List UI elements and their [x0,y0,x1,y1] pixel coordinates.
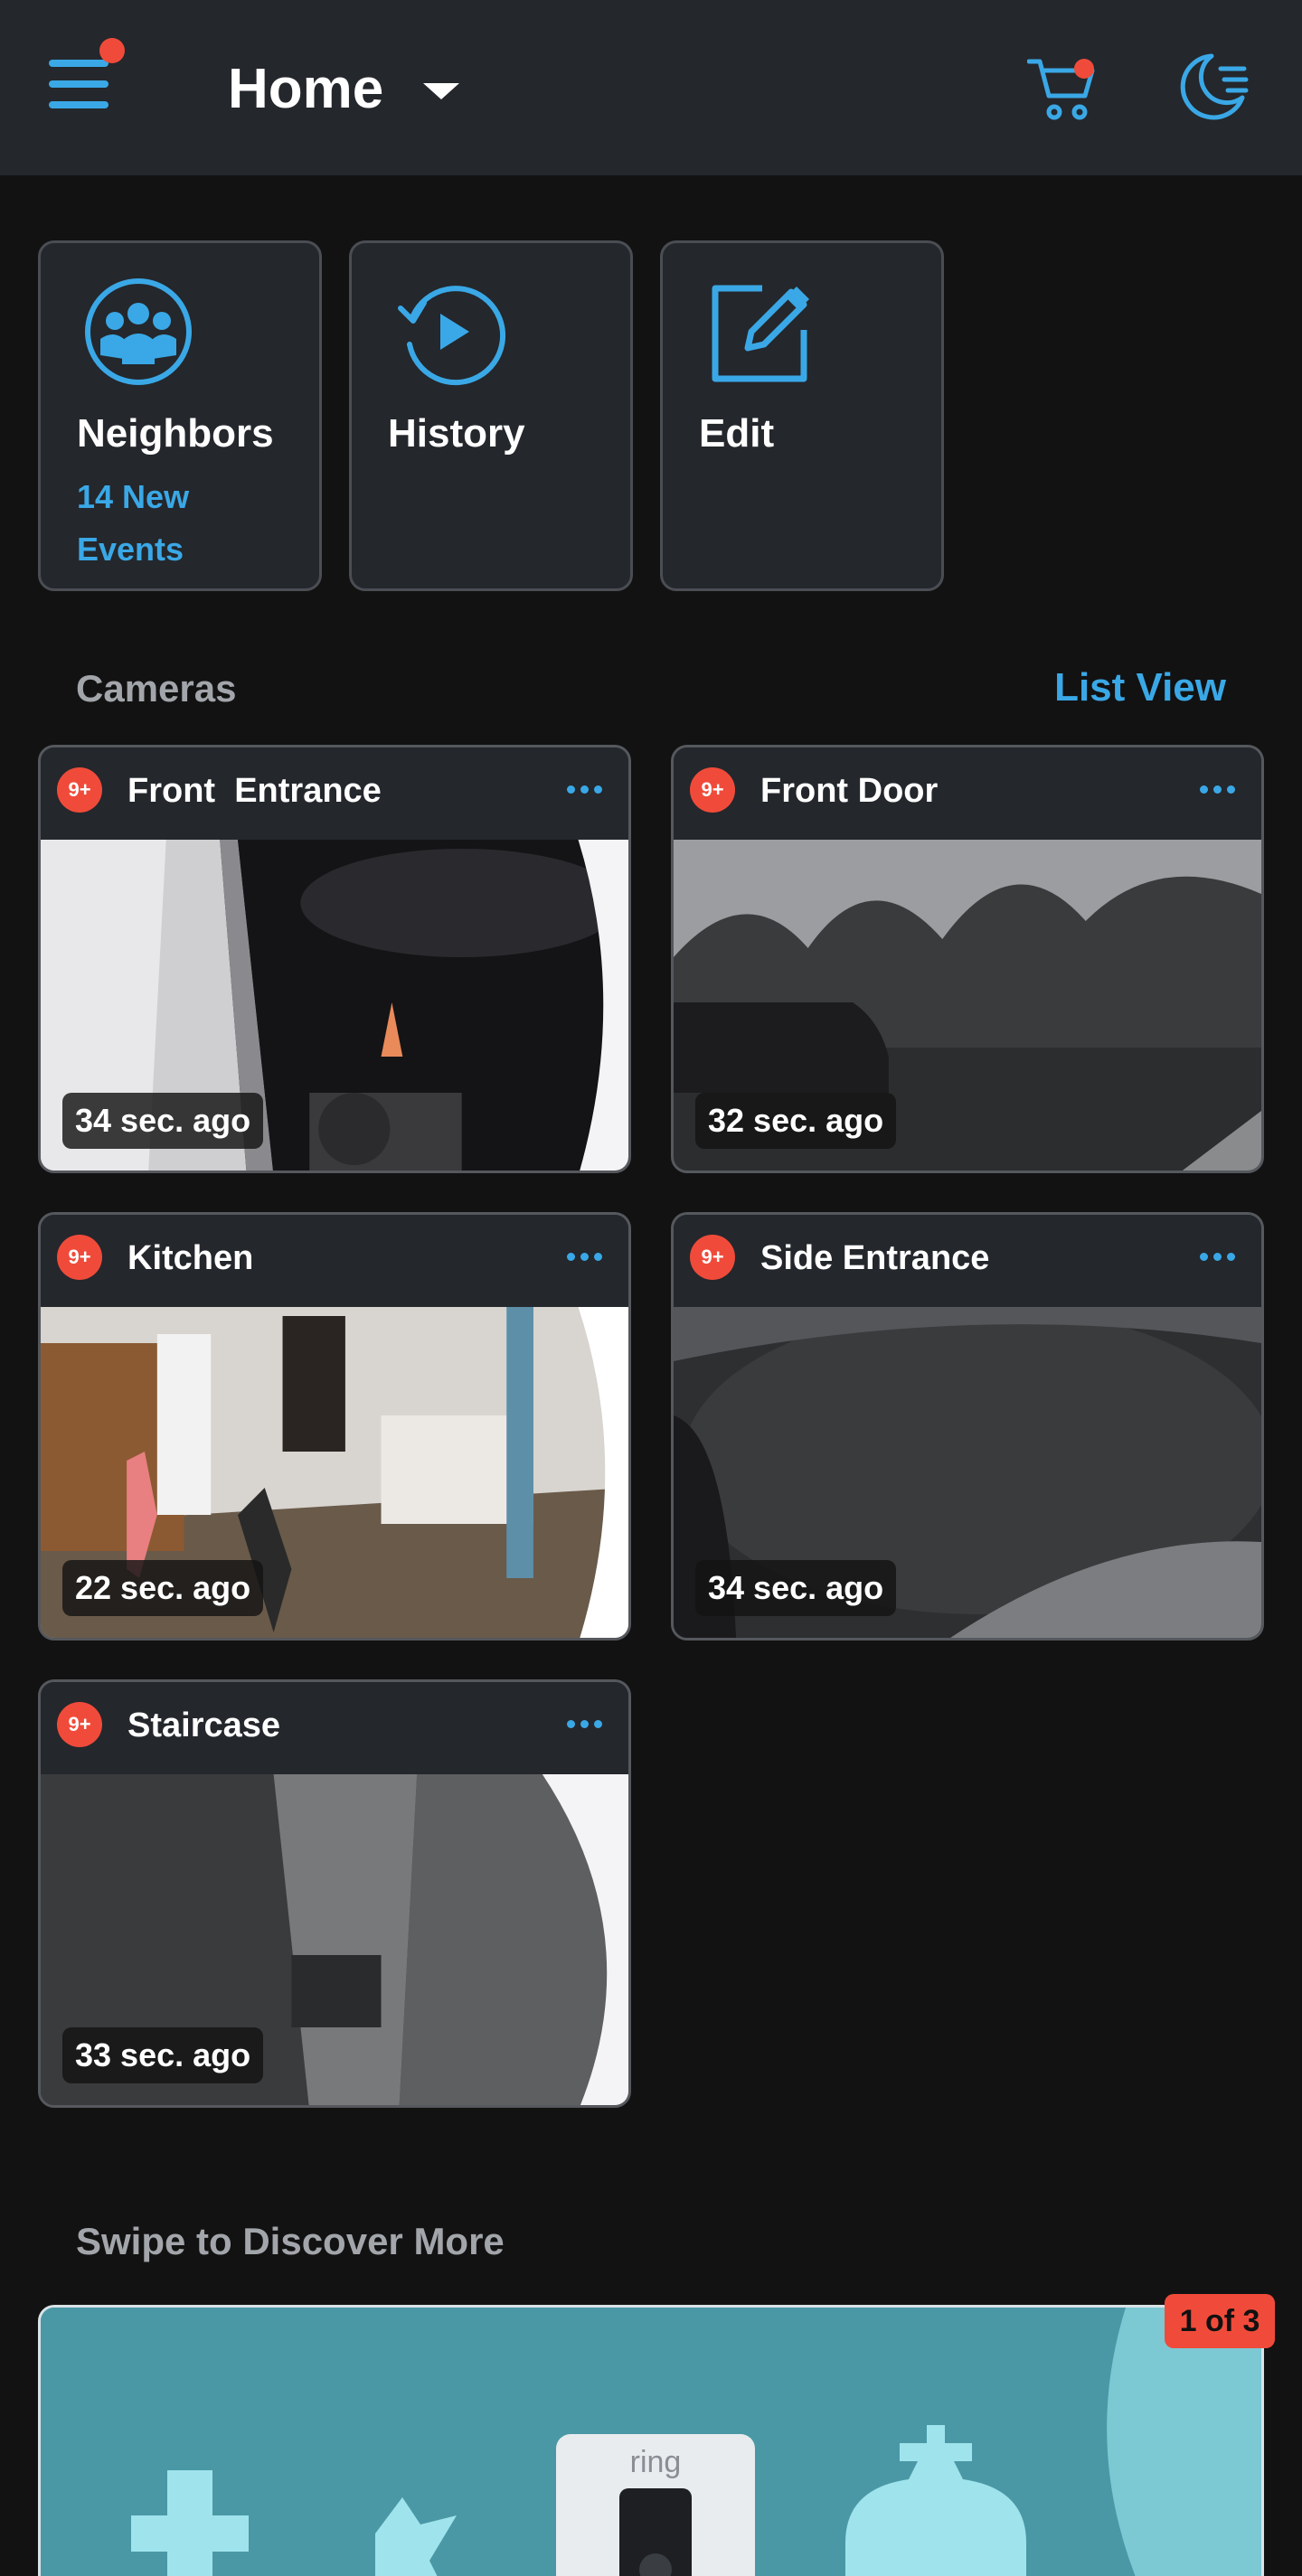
cameras-heading: Cameras [76,667,237,710]
camera-card-front-door[interactable]: 9+ Front Door 32 sec. ago [671,745,1264,1173]
more-options-icon[interactable] [1200,785,1236,794]
camera-card-side-entrance[interactable]: 9+ Side Entrance 34 sec. ago [671,1212,1264,1641]
camera-header: 9+ Staircase [41,1682,628,1774]
promo-card[interactable]: ring [38,2305,1264,2576]
camera-header: 9+ Kitchen [41,1215,628,1307]
chevron-down-icon [423,83,460,99]
camera-name: Side Entrance [760,1239,990,1277]
last-updated-label: 34 sec. ago [695,1560,897,1616]
neighbors-tile[interactable]: Neighbors 14 New Events [38,240,322,591]
camera-name: Kitchen [127,1239,254,1277]
top-bar: Home [0,0,1302,175]
moon-icon[interactable] [1175,51,1250,125]
hamburger-bar [49,101,108,108]
event-count-badge: 9+ [57,1235,102,1280]
camera-header: 9+ Front Entrance [41,747,628,840]
last-updated-label: 34 sec. ago [62,1093,264,1149]
camera-card-staircase[interactable]: 9+ Staircase 33 sec. ago [38,1679,631,2108]
ring-logo-text: ring [630,2445,682,2479]
event-count-badge: 9+ [57,767,102,813]
discover-heading: Swipe to Discover More [76,2220,505,2262]
history-tile[interactable]: History [349,240,633,591]
camera-name: Front Entrance [127,772,382,810]
event-count-badge: 9+ [57,1702,102,1747]
tile-label: Neighbors [77,411,274,456]
tile-label: History [388,411,525,456]
edit-icon [712,285,809,382]
location-name: Home [228,57,384,120]
carousel-pager-badge: 1 of 3 [1165,2294,1275,2348]
location-selector[interactable]: Home [228,52,460,125]
promo-image: ring [41,2308,1261,2576]
camera-name: Front Door [760,772,939,810]
history-icon [398,286,505,386]
more-options-icon[interactable] [567,785,603,794]
more-options-icon[interactable] [567,1720,603,1729]
last-updated-label: 33 sec. ago [62,2027,264,2083]
event-count-badge: 9+ [690,1235,735,1280]
more-options-icon[interactable] [567,1253,603,1262]
last-updated-label: 22 sec. ago [62,1560,264,1616]
notification-dot [99,38,125,63]
camera-card-front-entrance[interactable]: 9+ Front Entrance 34 sec. ago [38,745,631,1173]
camera-name: Staircase [127,1706,281,1744]
camera-card-kitchen[interactable]: 9+ Kitchen 22 sec. ago [38,1212,631,1641]
menu-button[interactable] [49,38,125,112]
edit-tile[interactable]: Edit [660,240,944,591]
cart-icon[interactable] [1027,56,1099,123]
camera-header: 9+ Side Entrance [674,1215,1261,1307]
more-options-icon[interactable] [1200,1253,1236,1262]
tile-subtext: 14 New Events [77,478,190,568]
neighbors-icon [85,278,192,385]
tile-label: Edit [699,411,775,456]
hamburger-menu-icon [49,60,108,67]
camera-header: 9+ Front Door [674,747,1261,840]
hamburger-bar [49,80,108,88]
list-view-link[interactable]: List View [1054,665,1226,710]
event-count-badge: 9+ [690,767,735,813]
last-updated-label: 32 sec. ago [695,1093,897,1149]
